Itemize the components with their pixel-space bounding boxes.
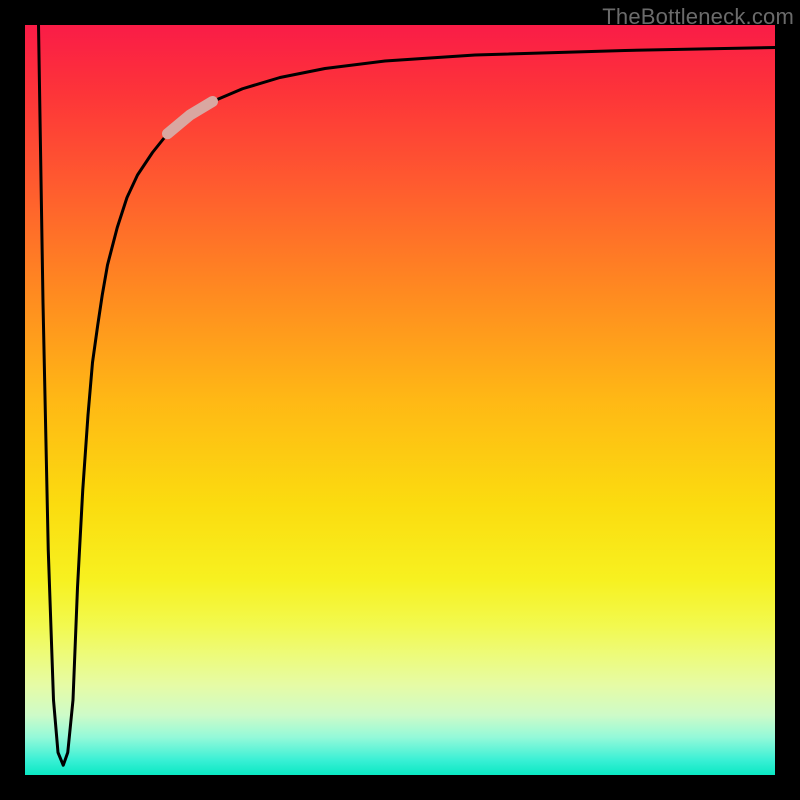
bottleneck-curve — [39, 25, 776, 765]
curve-highlight-segment — [168, 102, 213, 134]
outer-frame: TheBottleneck.com — [0, 0, 800, 800]
chart-curve-layer — [25, 25, 775, 775]
watermark-text: TheBottleneck.com — [602, 4, 794, 30]
